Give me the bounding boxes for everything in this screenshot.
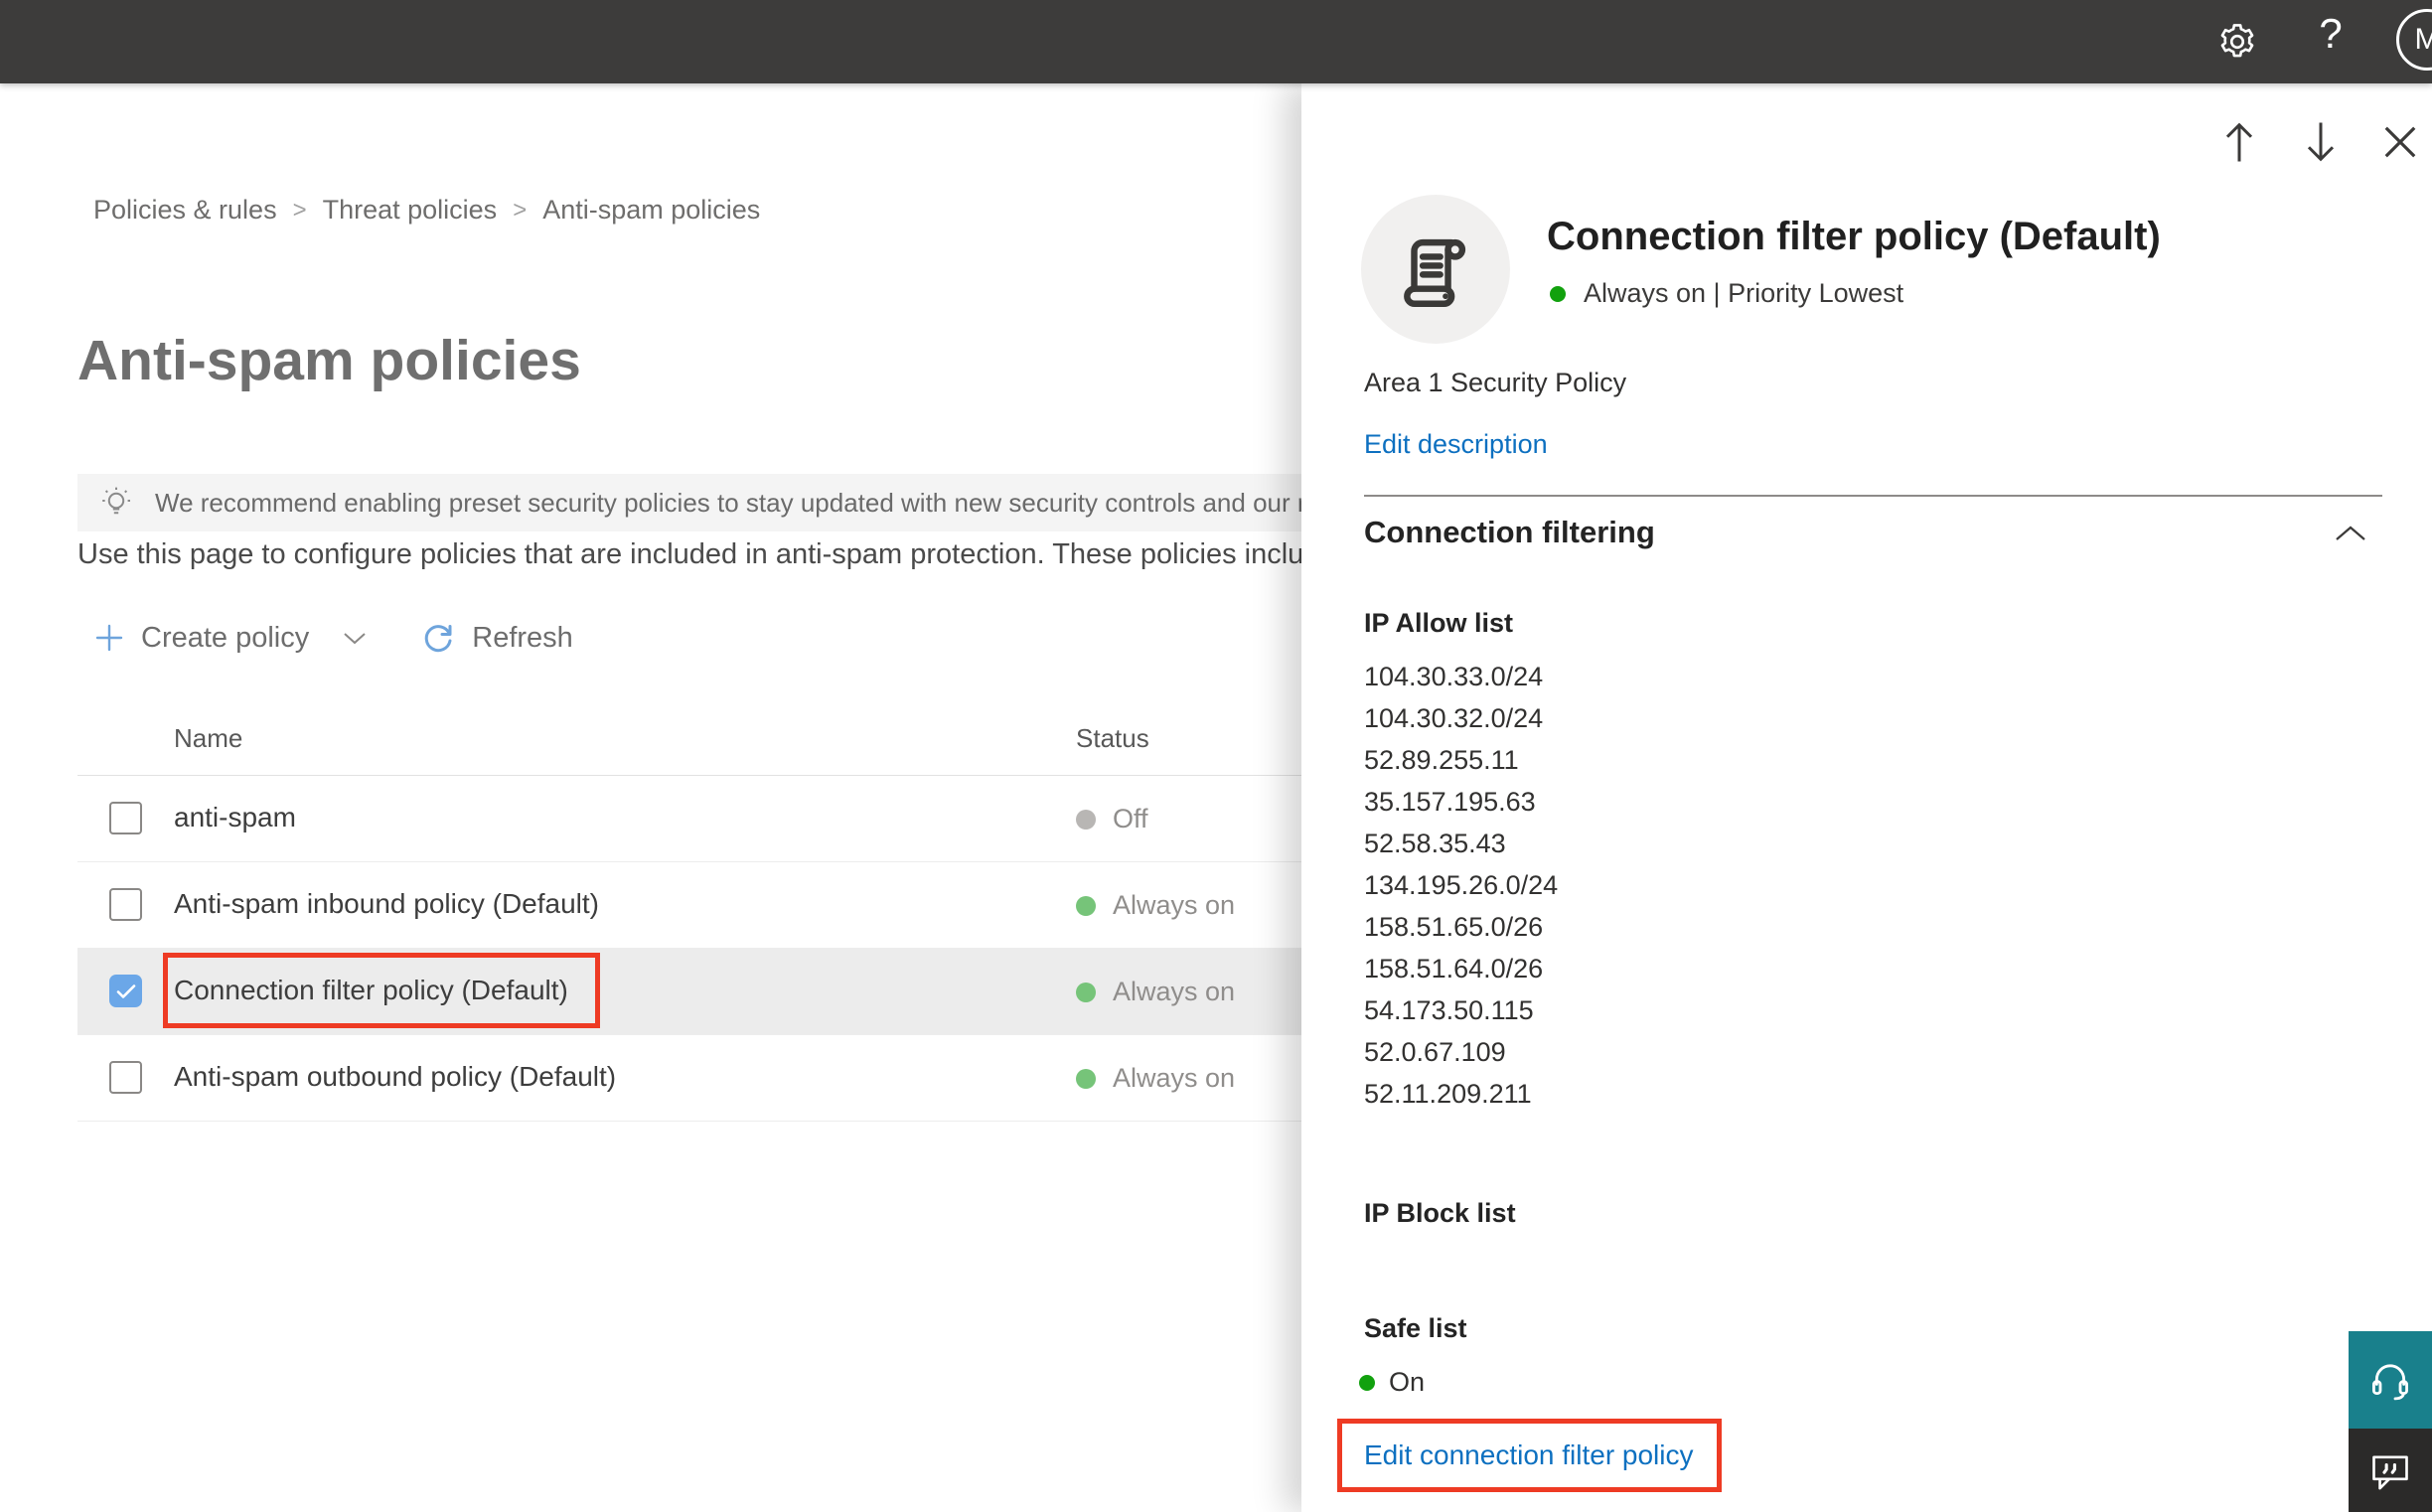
- status-dot: [1359, 1374, 1375, 1391]
- help-icon[interactable]: ?: [2307, 10, 2355, 58]
- policy-name[interactable]: Anti-spam outbound policy (Default): [174, 1061, 616, 1093]
- breadcrumb-item[interactable]: Anti-spam policies: [542, 195, 760, 226]
- status-text: Always on: [1113, 890, 1236, 920]
- avatar[interactable]: M: [2396, 9, 2432, 71]
- support-button[interactable]: [2349, 1331, 2432, 1429]
- breadcrumb-separator: >: [292, 196, 307, 224]
- status-text: Always on: [1113, 1063, 1236, 1093]
- safe-list-value: On: [1389, 1367, 1426, 1397]
- page-title: Anti-spam policies: [77, 329, 581, 392]
- flyout-title: Connection filter policy (Default): [1547, 215, 2161, 258]
- breadcrumb-item[interactable]: Threat policies: [323, 195, 498, 226]
- app-window: ? M Policies & rules > Threat policies > Ant…: [0, 0, 2432, 1512]
- ip-allow-entry: 158.51.65.0/26: [1364, 912, 1544, 942]
- row-checkbox[interactable]: [109, 802, 142, 834]
- refresh-icon: [420, 620, 456, 656]
- ip-block-list-label: IP Block list: [1364, 1198, 1516, 1228]
- policy-scroll-icon: [1361, 195, 1510, 344]
- previous-item-arrow-icon[interactable]: [2217, 117, 2261, 167]
- feedback-bubble-icon: [2368, 1448, 2412, 1492]
- breadcrumb-item[interactable]: Policies & rules: [93, 195, 277, 226]
- ip-allow-list: 104.30.33.0/24 104.30.32.0/24 52.89.255.11…: [1364, 656, 1558, 1115]
- status-dot: [1550, 285, 1566, 302]
- status-dot: [1076, 809, 1096, 830]
- edit-connection-filter-policy-link[interactable]: Edit connection filter policy: [1364, 1439, 1694, 1471]
- ip-allow-list-label: IP Allow list: [1364, 608, 1514, 638]
- refresh-button[interactable]: Refresh: [420, 620, 573, 656]
- ip-allow-entry: 104.30.32.0/24: [1364, 703, 1544, 733]
- safe-list-status: On: [1359, 1367, 1425, 1398]
- divider: [1364, 495, 2382, 497]
- create-policy-label: Create policy: [141, 621, 310, 654]
- status-text: Always on: [1113, 977, 1236, 1006]
- ip-allow-entry: 52.58.35.43: [1364, 829, 1506, 858]
- breadcrumb: Policies & rules > Threat policies > Anti-sp…: [93, 195, 760, 226]
- status-cell: Always on: [1076, 1063, 1235, 1094]
- status-dot: [1076, 895, 1096, 916]
- ip-allow-entry: 134.195.26.0/24: [1364, 870, 1559, 900]
- refresh-label: Refresh: [472, 621, 573, 654]
- row-checkbox[interactable]: [109, 975, 142, 1007]
- chevron-up-icon[interactable]: [2335, 525, 2366, 546]
- plus-icon: [93, 622, 125, 654]
- close-icon[interactable]: [2378, 117, 2422, 167]
- row-checkbox[interactable]: [109, 888, 142, 921]
- column-header-status: Status: [1076, 723, 1149, 753]
- ip-allow-entry: 35.157.195.63: [1364, 787, 1536, 817]
- toolbar: Create policy Refresh: [93, 614, 573, 662]
- next-item-arrow-icon[interactable]: [2299, 117, 2343, 167]
- policy-description: Area 1 Security Policy: [1364, 368, 1627, 397]
- status-text: Off: [1113, 804, 1148, 833]
- row-checkbox[interactable]: [109, 1061, 142, 1094]
- chevron-down-icon: [343, 632, 367, 645]
- ip-allow-entry: 54.173.50.115: [1364, 995, 1534, 1025]
- gear-icon[interactable]: [2213, 18, 2261, 66]
- top-nav-bar: ? M: [0, 0, 2432, 83]
- ip-allow-entry: 52.11.209.211: [1364, 1079, 1532, 1109]
- column-header-name: Name: [174, 723, 243, 753]
- section-connection-filtering: Connection filtering: [1364, 515, 1655, 549]
- ip-allow-entry: 52.0.67.109: [1364, 1037, 1506, 1067]
- create-policy-button[interactable]: Create policy: [93, 622, 367, 655]
- status-cell: Always on: [1076, 890, 1235, 921]
- status-cell: Off: [1076, 804, 1148, 834]
- edit-description-link[interactable]: Edit description: [1364, 429, 1548, 460]
- policy-name[interactable]: anti-spam: [174, 802, 296, 833]
- policy-name[interactable]: Anti-spam inbound policy (Default): [174, 888, 599, 920]
- lightbulb-icon: [99, 486, 133, 520]
- ip-allow-entry: 158.51.64.0/26: [1364, 954, 1544, 983]
- ip-allow-entry: 104.30.33.0/24: [1364, 662, 1544, 691]
- safe-list-label: Safe list: [1364, 1313, 1467, 1343]
- policy-name[interactable]: Connection filter policy (Default): [174, 975, 568, 1006]
- edit-link-annotation-box: Edit connection filter policy: [1337, 1419, 1722, 1492]
- headset-icon: [2366, 1356, 2414, 1404]
- status-dot: [1076, 982, 1096, 1002]
- flyout-status-text: Always on | Priority Lowest: [1584, 278, 1904, 308]
- status-cell: Always on: [1076, 977, 1235, 1007]
- ip-allow-entry: 52.89.255.11: [1364, 745, 1519, 775]
- breadcrumb-separator: >: [513, 196, 528, 224]
- status-dot: [1076, 1068, 1096, 1089]
- banner-text: We recommend enabling preset security po…: [155, 487, 1406, 518]
- details-flyout: Connection filter policy (Default) Alway…: [1301, 83, 2432, 1512]
- flyout-status: Always on | Priority Lowest: [1550, 278, 1903, 309]
- feedback-button[interactable]: [2349, 1429, 2432, 1512]
